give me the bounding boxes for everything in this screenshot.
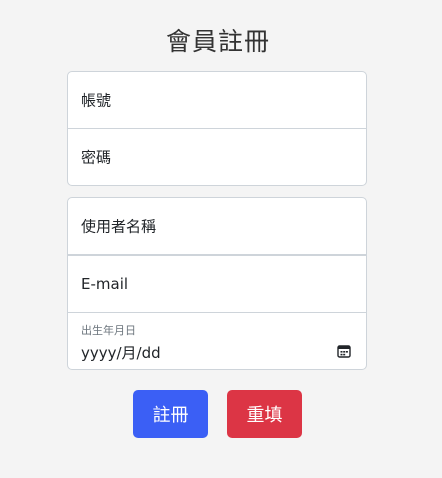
email-field[interactable]: E-mail (67, 255, 367, 313)
registration-page: 會員註冊 帳號 密碼 使用者名稱 E-mail 出生年月日 yyyy/月/dd … (0, 0, 442, 478)
username-field[interactable]: 使用者名稱 (67, 197, 367, 255)
email-placeholder: E-mail (81, 275, 129, 293)
account-field[interactable]: 帳號 (67, 71, 367, 129)
calendar-icon[interactable] (337, 343, 351, 358)
register-button[interactable]: 註冊 (133, 390, 208, 438)
birthdate-field[interactable]: 出生年月日 yyyy/月/dd (67, 312, 367, 370)
password-placeholder: 密碼 (81, 148, 112, 167)
username-placeholder: 使用者名稱 (81, 217, 157, 236)
birthdate-label: 出生年月日 (81, 324, 136, 337)
account-placeholder: 帳號 (81, 91, 112, 110)
reset-button[interactable]: 重填 (227, 390, 302, 438)
password-field[interactable]: 密碼 (67, 128, 367, 186)
page-title: 會員註冊 (165, 27, 270, 56)
birthdate-value: yyyy/月/dd (81, 344, 161, 362)
